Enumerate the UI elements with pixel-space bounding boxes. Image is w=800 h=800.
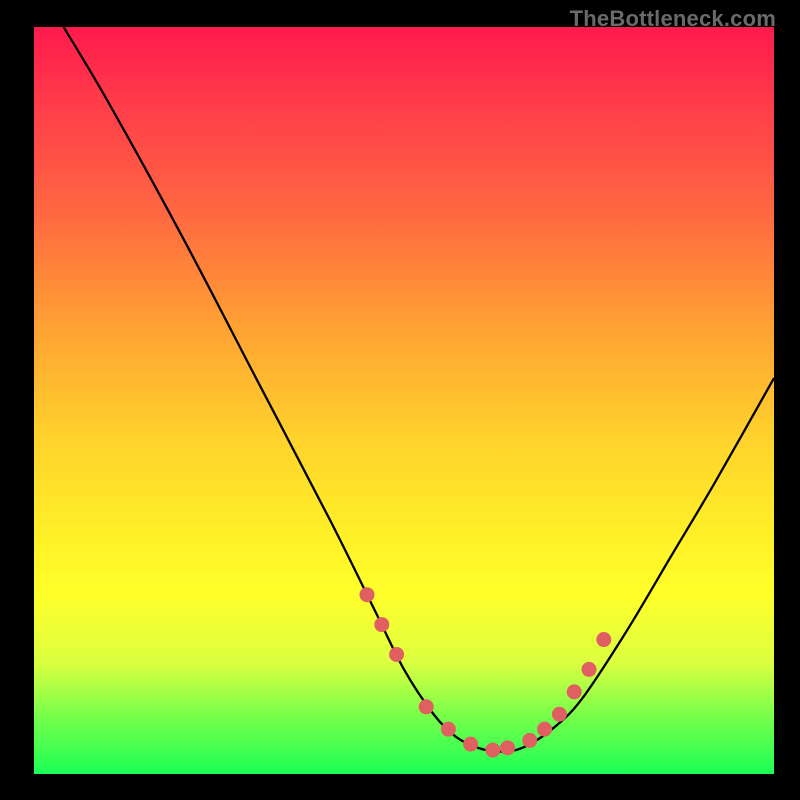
highlight-dot bbox=[463, 737, 478, 752]
highlight-dots bbox=[360, 587, 612, 757]
highlight-dot bbox=[360, 587, 375, 602]
highlight-dot bbox=[552, 707, 567, 722]
highlight-dot bbox=[374, 617, 389, 632]
chart-svg bbox=[34, 27, 774, 774]
highlight-dot bbox=[567, 684, 582, 699]
highlight-dot bbox=[500, 740, 515, 755]
highlight-dot bbox=[419, 699, 434, 714]
watermark-text: TheBottleneck.com bbox=[570, 6, 776, 32]
highlight-dot bbox=[485, 743, 500, 758]
highlight-dot bbox=[537, 722, 552, 737]
highlight-dot bbox=[522, 733, 537, 748]
highlight-dot bbox=[441, 722, 456, 737]
highlight-dot bbox=[389, 647, 404, 662]
plot-area bbox=[34, 27, 774, 774]
chart-frame: TheBottleneck.com bbox=[0, 0, 800, 800]
highlight-dot bbox=[582, 662, 597, 677]
bottleneck-curve bbox=[64, 27, 774, 752]
highlight-dot bbox=[596, 632, 611, 647]
